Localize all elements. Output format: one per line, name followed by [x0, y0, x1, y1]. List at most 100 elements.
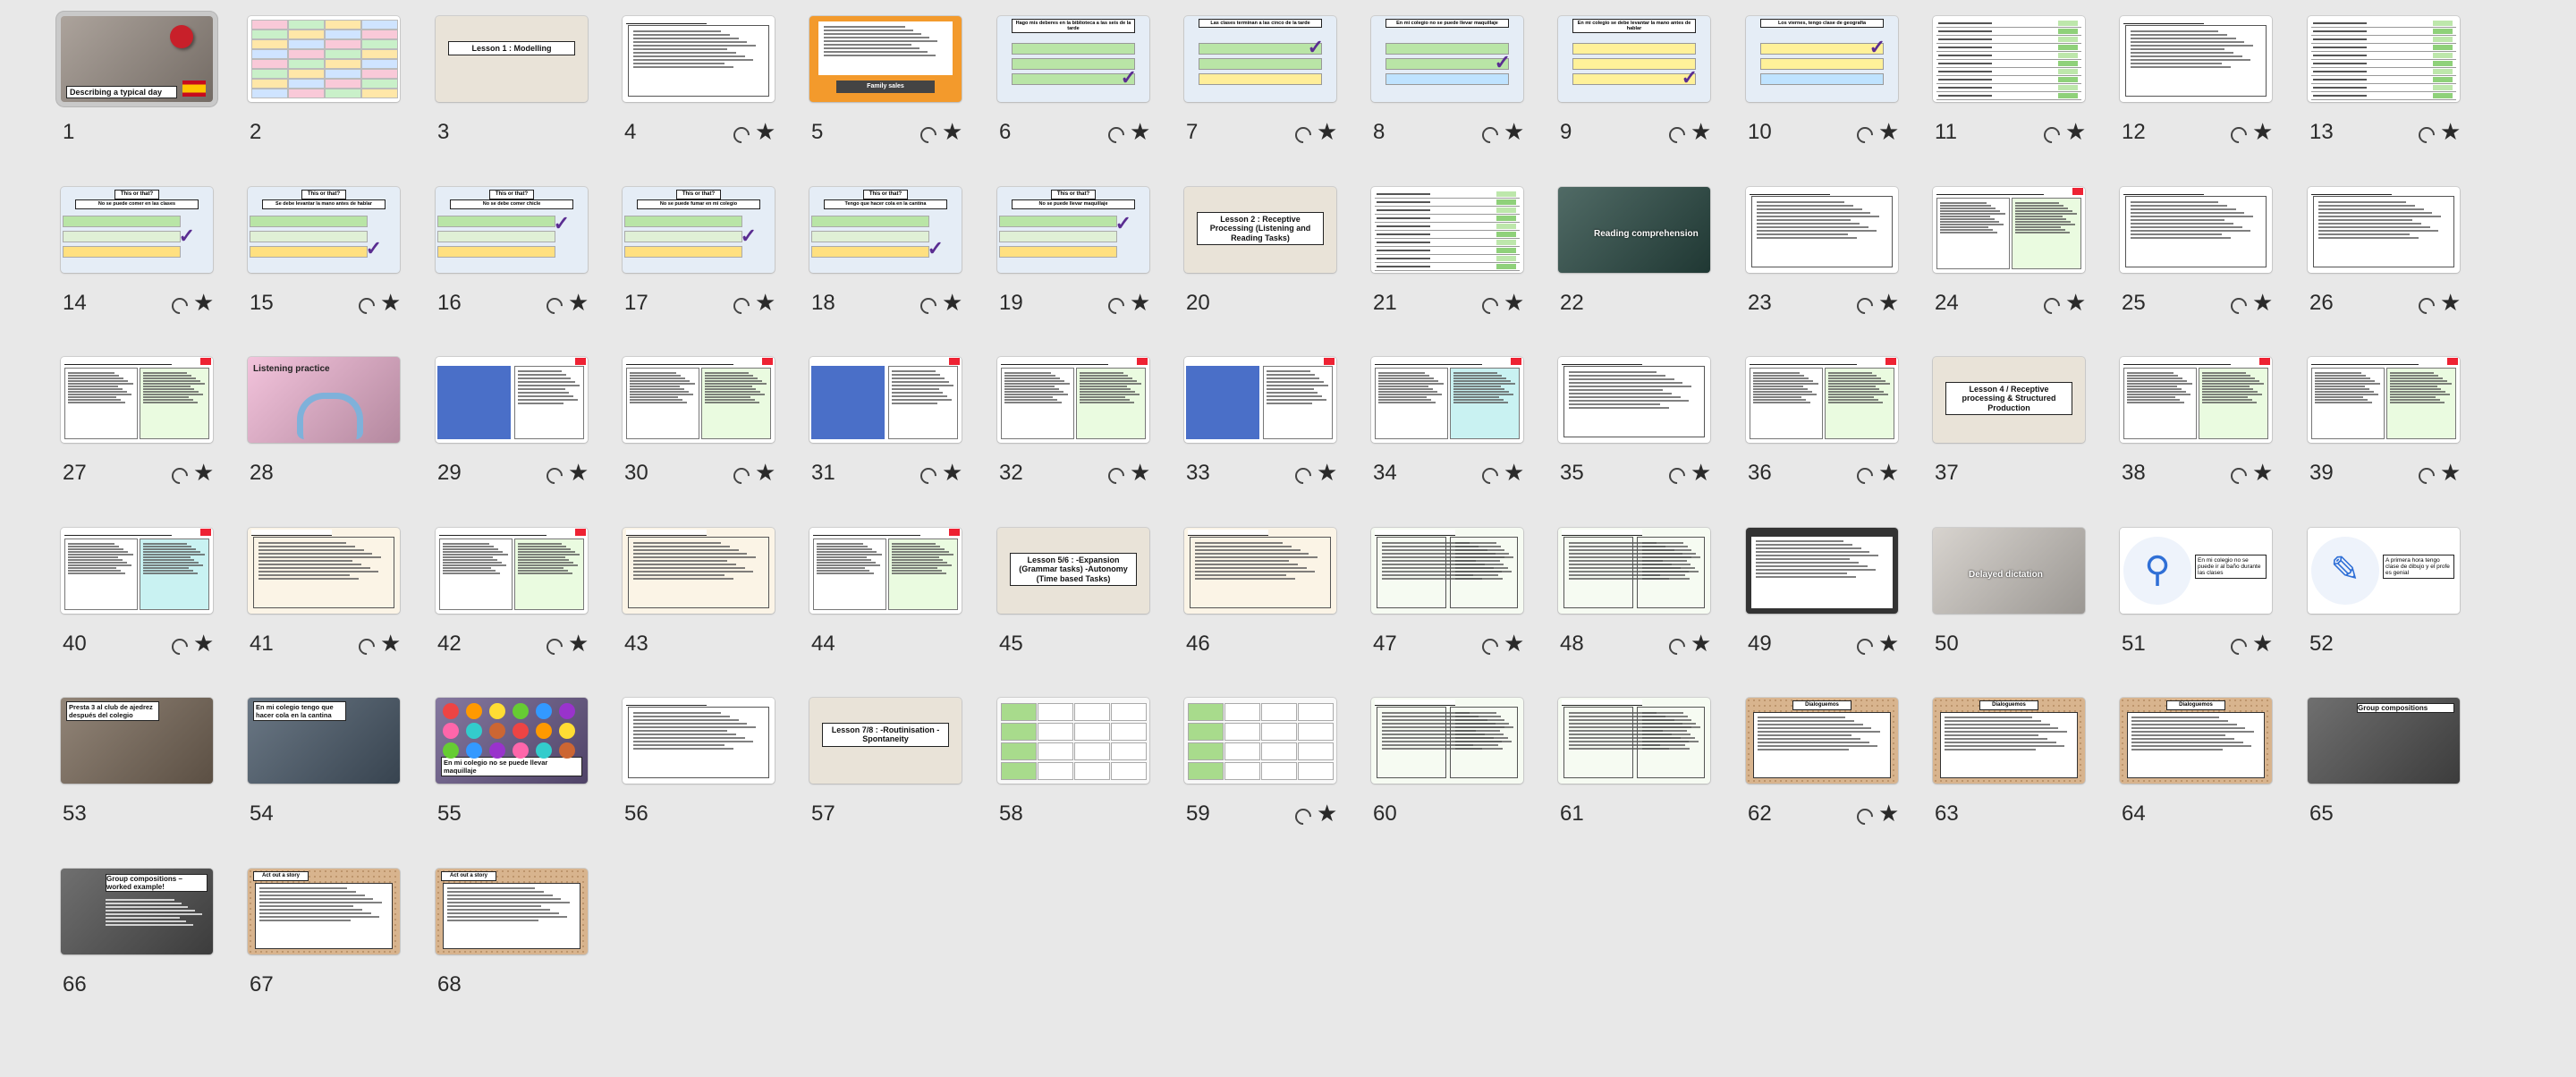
- animation-icon[interactable]: [168, 294, 191, 318]
- slide-cell[interactable]: 61: [1558, 698, 1710, 832]
- animation-icon[interactable]: [1105, 464, 1128, 488]
- slide-cell[interactable]: Lesson 4 / Receptive processing & Struct…: [1933, 357, 2085, 491]
- slide-thumbnail[interactable]: This or that? No se puede llevar maquilla…: [997, 187, 1149, 273]
- slide-cell[interactable]: Act out a story 68: [436, 869, 588, 1003]
- slide-thumbnail[interactable]: Lesson 7/8 : -Routinisation -Spontaneity: [809, 698, 962, 784]
- slide-cell[interactable]: Dialoguemos 63: [1933, 698, 2085, 832]
- slide-cell[interactable]: En mi colegio tengo que hacer cola en la…: [248, 698, 400, 832]
- star-icon[interactable]: ★: [942, 289, 962, 317]
- slide-thumbnail[interactable]: This or that? Se debe levantar la mano an…: [248, 187, 400, 273]
- star-icon[interactable]: ★: [2065, 289, 2086, 317]
- animation-icon[interactable]: [543, 294, 566, 318]
- slide-thumbnail[interactable]: [1558, 528, 1710, 614]
- slide-cell[interactable]: 11 ★: [1933, 16, 2086, 150]
- slide-thumbnail[interactable]: Act out a story: [248, 869, 400, 954]
- star-icon[interactable]: ★: [755, 118, 775, 146]
- star-icon[interactable]: ★: [1504, 630, 1524, 657]
- animation-icon[interactable]: [1665, 123, 1689, 147]
- animation-icon[interactable]: [917, 123, 940, 147]
- slide-thumbnail[interactable]: [2308, 357, 2460, 443]
- slide-cell[interactable]: ⚲ En mi colegio no se puede ir al baño du…: [2120, 528, 2273, 662]
- slide-thumbnail[interactable]: [623, 698, 775, 784]
- star-icon[interactable]: ★: [1878, 630, 1899, 657]
- slide-thumbnail[interactable]: ⚲ En mi colegio no se puede ir al baño du…: [2120, 528, 2272, 614]
- slide-cell[interactable]: 29 ★: [436, 357, 589, 491]
- slide-thumbnail[interactable]: [1371, 357, 1523, 443]
- slide-thumbnail[interactable]: [1371, 187, 1523, 273]
- star-icon[interactable]: ★: [1317, 459, 1337, 487]
- slide-thumbnail[interactable]: [1558, 698, 1710, 784]
- star-icon[interactable]: ★: [2440, 459, 2461, 487]
- answer-option[interactable]: [250, 246, 368, 258]
- slide-thumbnail[interactable]: [2308, 16, 2460, 102]
- slide-thumbnail[interactable]: [1184, 357, 1336, 443]
- slide-cell[interactable]: 59 ★: [1184, 698, 1337, 832]
- slide-cell[interactable]: Reading comprehension 22: [1558, 187, 1710, 321]
- slide-thumbnail[interactable]: [2308, 187, 2460, 273]
- slide-cell[interactable]: 49 ★: [1746, 528, 1899, 662]
- answer-option[interactable]: [1012, 73, 1135, 85]
- slide-thumbnail[interactable]: En mi colegio no se puede llevar maquill…: [436, 698, 588, 784]
- star-icon[interactable]: ★: [2065, 118, 2086, 146]
- star-icon[interactable]: ★: [1317, 118, 1337, 146]
- animation-icon[interactable]: [543, 464, 566, 488]
- slide-cell[interactable]: Hago mis deberes en la biblioteca a las …: [997, 16, 1150, 150]
- slide-cell[interactable]: 48 ★: [1558, 528, 1711, 662]
- slide-thumbnail[interactable]: [1933, 187, 2085, 273]
- animation-icon[interactable]: [2040, 123, 2063, 147]
- star-icon[interactable]: ★: [568, 289, 589, 317]
- star-icon[interactable]: ★: [942, 459, 962, 487]
- answer-option[interactable]: [1572, 73, 1696, 85]
- slide-cell[interactable]: 2: [248, 16, 400, 150]
- animation-icon[interactable]: [168, 635, 191, 658]
- answer-option[interactable]: [811, 216, 929, 227]
- star-icon[interactable]: ★: [1878, 459, 1899, 487]
- slide-cell[interactable]: This or that? No se debe comer chicle ✓ 16 ★: [436, 187, 589, 321]
- slide-thumbnail[interactable]: [2120, 16, 2272, 102]
- star-icon[interactable]: ★: [193, 630, 214, 657]
- slide-thumbnail[interactable]: Dialoguemos: [1746, 698, 1898, 784]
- animation-icon[interactable]: [1479, 635, 1502, 658]
- answer-option[interactable]: [1012, 43, 1135, 55]
- star-icon[interactable]: ★: [755, 289, 775, 317]
- slide-thumbnail[interactable]: En mi colegio no se puede llevar maquill…: [1371, 16, 1523, 102]
- slide-cell[interactable]: 33 ★: [1184, 357, 1337, 491]
- star-icon[interactable]: ★: [1130, 118, 1150, 146]
- animation-icon[interactable]: [1479, 464, 1502, 488]
- star-icon[interactable]: ★: [193, 289, 214, 317]
- slide-thumbnail[interactable]: [1558, 357, 1710, 443]
- slide-thumbnail[interactable]: This or that? Tengo que hacer cola en la …: [809, 187, 962, 273]
- slide-thumbnail[interactable]: [1371, 698, 1523, 784]
- slide-cell[interactable]: 24 ★: [1933, 187, 2086, 321]
- animation-icon[interactable]: [1105, 294, 1128, 318]
- slide-cell[interactable]: Act out a story 67: [248, 869, 400, 1003]
- slide-cell[interactable]: 34 ★: [1371, 357, 1524, 491]
- slide-cell[interactable]: 42 ★: [436, 528, 589, 662]
- slide-thumbnail[interactable]: Lesson 2 : Receptive Processing (Listeni…: [1184, 187, 1336, 273]
- star-icon[interactable]: ★: [1690, 118, 1711, 146]
- animation-icon[interactable]: [2415, 123, 2438, 147]
- answer-option[interactable]: [624, 246, 742, 258]
- animation-icon[interactable]: [730, 294, 753, 318]
- answer-option[interactable]: [1385, 43, 1509, 55]
- star-icon[interactable]: ★: [2440, 289, 2461, 317]
- animation-icon[interactable]: [1292, 123, 1315, 147]
- answer-option[interactable]: [437, 246, 555, 258]
- star-icon[interactable]: ★: [1504, 459, 1524, 487]
- slide-cell[interactable]: 35 ★: [1558, 357, 1711, 491]
- slide-cell[interactable]: 26 ★: [2308, 187, 2461, 321]
- star-icon[interactable]: ★: [1690, 630, 1711, 657]
- slide-thumbnail[interactable]: [1933, 16, 2085, 102]
- slide-thumbnail[interactable]: [248, 16, 400, 102]
- slide-cell[interactable]: This or that? Tengo que hacer cola en la …: [809, 187, 962, 321]
- slide-thumbnail[interactable]: [997, 357, 1149, 443]
- slide-thumbnail[interactable]: [809, 357, 962, 443]
- animation-icon[interactable]: [1665, 464, 1689, 488]
- slide-cell[interactable]: En mi colegio no se puede llevar maquill…: [1371, 16, 1524, 150]
- answer-option[interactable]: [624, 231, 742, 242]
- animation-icon[interactable]: [355, 294, 378, 318]
- slide-thumbnail[interactable]: [1184, 698, 1336, 784]
- slide-cell[interactable]: This or that? Se debe levantar la mano an…: [248, 187, 401, 321]
- answer-option[interactable]: [63, 231, 181, 242]
- answer-option[interactable]: [437, 231, 555, 242]
